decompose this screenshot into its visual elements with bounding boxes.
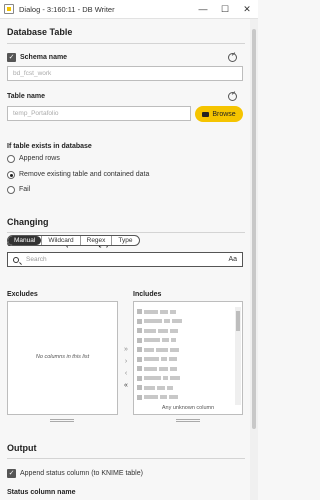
add-button[interactable]: › xyxy=(125,358,127,366)
maximize-button[interactable]: ☐ xyxy=(214,0,236,18)
resize-handle[interactable] xyxy=(176,419,200,422)
type-icon xyxy=(137,337,142,343)
case-sensitive-toggle[interactable]: Aa xyxy=(228,256,237,263)
changing-heading: Changing xyxy=(7,217,49,227)
list-item[interactable] xyxy=(137,317,233,326)
radio-fail[interactable] xyxy=(7,186,15,194)
if-exists-label: If table exists in database xyxy=(7,143,92,150)
type-icon xyxy=(137,375,142,381)
search-icon xyxy=(13,256,19,263)
table-name-input[interactable]: temp_Portafolio xyxy=(7,106,191,121)
window-title: Dialog - 3:160:11 - DB Writer xyxy=(19,4,115,14)
remove-button[interactable]: ‹ xyxy=(125,370,127,378)
type-icon xyxy=(137,347,142,352)
radio-label-fail: Fail xyxy=(19,186,31,193)
radio-label-append: Append rows xyxy=(19,155,60,162)
type-icon xyxy=(137,385,142,390)
selection-mode-toggle: Manual Wildcard Regex Type xyxy=(7,235,140,246)
type-icon xyxy=(137,318,142,324)
divider xyxy=(7,458,245,459)
flow-variable-icon[interactable] xyxy=(228,92,237,101)
mode-manual[interactable]: Manual xyxy=(8,236,42,245)
close-button[interactable]: ✕ xyxy=(236,0,258,18)
radio-remove-existing[interactable] xyxy=(7,171,15,179)
list-item[interactable] xyxy=(137,345,233,354)
divider xyxy=(7,232,245,233)
radio-append-rows[interactable] xyxy=(7,155,15,163)
list-item[interactable] xyxy=(137,393,233,402)
mode-wildcard[interactable]: Wildcard xyxy=(41,236,79,245)
schema-name-input[interactable]: bd_fcst_work xyxy=(7,66,243,81)
list-item[interactable] xyxy=(137,336,233,345)
knime-app-icon xyxy=(4,4,14,14)
folder-icon xyxy=(202,111,210,117)
excludes-list[interactable]: No columns in this list xyxy=(7,301,118,415)
browse-label: Browse xyxy=(212,110,236,118)
remove-all-button[interactable]: « xyxy=(124,382,128,390)
dialog-scrollbar[interactable] xyxy=(250,19,258,500)
dialog-content: Database Table ✓ Schema name bd_fcst_wor… xyxy=(0,19,250,500)
mode-regex[interactable]: Regex xyxy=(79,236,112,245)
window-controls: — ☐ ✕ xyxy=(192,0,258,18)
output-heading: Output xyxy=(7,443,37,453)
table-name-label: Table name xyxy=(7,93,45,100)
excludes-label: Excludes xyxy=(7,291,38,298)
title-bar: Dialog - 3:160:11 - DB Writer — ☐ ✕ xyxy=(0,0,258,19)
search-input[interactable]: Search xyxy=(26,256,47,263)
list-item[interactable] xyxy=(137,364,233,373)
list-item[interactable] xyxy=(137,374,233,383)
schema-name-label: Schema name xyxy=(20,54,68,61)
list-item[interactable] xyxy=(137,355,233,364)
append-status-label: Append status column (to KNIME table) xyxy=(20,470,143,477)
append-status-checkbox[interactable]: ✓ xyxy=(7,469,16,478)
type-icon xyxy=(137,328,142,333)
list-item[interactable] xyxy=(137,326,233,335)
includes-label: Includes xyxy=(133,291,162,298)
includes-footer: Any unknown column xyxy=(161,405,215,411)
list-item[interactable] xyxy=(137,383,233,392)
resize-handle[interactable] xyxy=(50,419,74,422)
minimize-button[interactable]: — xyxy=(192,0,214,18)
column-search[interactable]: Search Aa xyxy=(7,252,243,267)
radio-label-remove: Remove existing table and contained data xyxy=(19,171,150,178)
mode-type[interactable]: Type xyxy=(111,236,138,245)
move-buttons: » › ‹ « xyxy=(121,346,131,390)
excludes-empty-text: No columns in this list xyxy=(35,354,90,360)
flow-variable-icon[interactable] xyxy=(228,53,237,62)
type-icon xyxy=(137,394,142,400)
type-icon xyxy=(137,366,142,371)
add-all-button[interactable]: » xyxy=(124,346,128,354)
schema-name-checkbox[interactable]: ✓ xyxy=(7,53,16,62)
status-column-label: Status column name xyxy=(7,489,76,496)
database-table-heading: Database Table xyxy=(7,27,73,37)
includes-scrollbar[interactable] xyxy=(235,307,241,405)
divider xyxy=(7,43,245,44)
type-icon xyxy=(137,356,142,362)
list-item[interactable] xyxy=(137,307,233,316)
type-icon xyxy=(137,309,142,314)
browse-button[interactable]: Browse xyxy=(195,106,243,122)
